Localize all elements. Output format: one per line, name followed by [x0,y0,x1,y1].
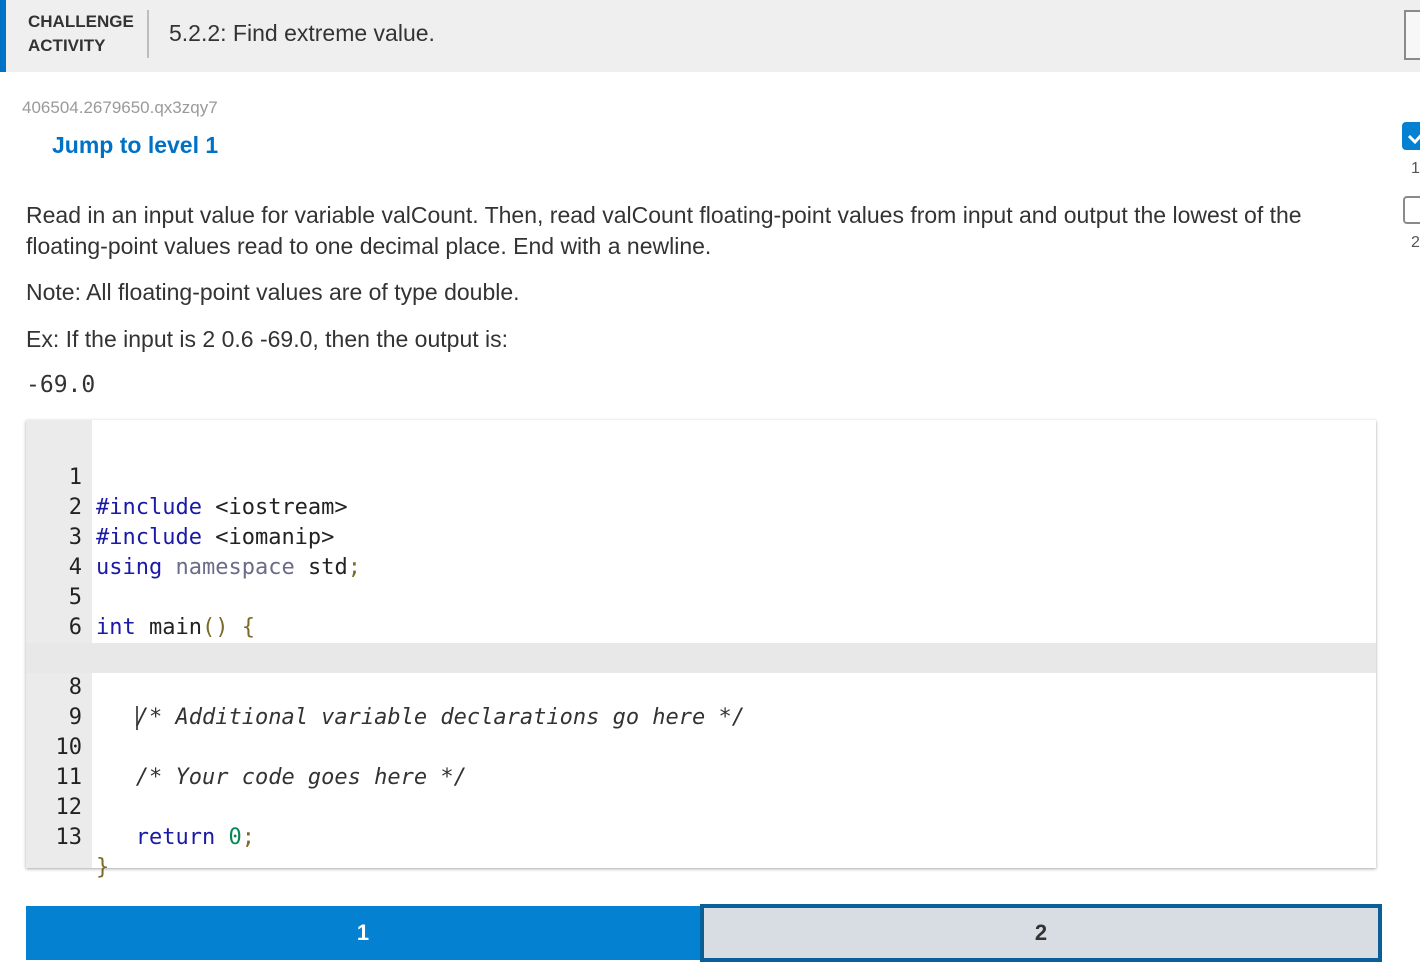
activity-header: CHALLENGE ACTIVITY 5.2.2: Find extreme v… [0,0,1420,72]
activity-id: 406504.2679650.qx3zqy7 [22,98,218,117]
code-line-6[interactable]: 6 int valCount; [26,583,1376,670]
example-output: -69.0 [26,372,96,398]
example-text: Ex: If the input is 2 0.6 -69.0, then th… [26,326,509,352]
code-line-2[interactable]: 2 #include <iomanip> [26,463,1376,550]
code-line-13[interactable]: 13 } [26,793,1376,880]
code-line-1[interactable]: 1 #include <iostream> [26,433,1376,520]
level-1-button[interactable]: 1 [26,906,700,960]
keyword: return [135,825,216,850]
code-line-11[interactable]: 11 [26,733,1376,790]
level-1-check-icon[interactable] [1402,122,1420,150]
number-literal: 0 [228,825,242,850]
code-line-4[interactable]: 4 [26,523,1376,580]
jump-to-level-link[interactable]: Jump to level 1 [52,132,218,159]
side-level-1-label: 1 [1411,160,1420,177]
code-line-12[interactable]: 12 return 0; [26,763,1376,850]
activity-title: 5.2.2: Find extreme value. [169,20,435,46]
line-number: 13 [55,825,83,850]
level-selector: 1 2 [26,904,1382,962]
code-line-9[interactable]: 9 [26,673,1376,730]
header-divider [147,10,149,58]
badge-line2: ACTIVITY [28,36,106,55]
code-line-5[interactable]: 5 int main() { [26,553,1376,640]
level-2-status-box-icon[interactable] [1403,196,1420,224]
completion-box-icon [1404,10,1420,60]
brace: } [96,855,110,880]
code-line-8[interactable]: 8 /* Additional variable declarations go… [26,643,1376,730]
code-line-3[interactable]: 3 using namespace std; [26,493,1376,580]
badge-line1: CHALLENGE [28,12,134,31]
level-2-button[interactable]: 2 [700,904,1382,962]
challenge-activity-badge: CHALLENGE ACTIVITY [28,10,148,58]
checkmark-icon [1407,134,1420,145]
note-text: Note: All floating-point values are of t… [26,279,520,305]
code-editor[interactable]: 1 #include <iostream> 2 #include <iomani… [26,420,1376,880]
side-level-2-label: 2 [1411,234,1420,251]
code-line-7[interactable]: 7 [26,613,1376,670]
code-line-10[interactable]: 10 /* Your code goes here */ [26,703,1376,790]
code-lines[interactable]: 1 #include <iostream> 2 #include <iomani… [26,433,1376,880]
instructions-text: Read in an input value for variable valC… [26,202,1302,259]
semicolon: ; [241,825,255,850]
